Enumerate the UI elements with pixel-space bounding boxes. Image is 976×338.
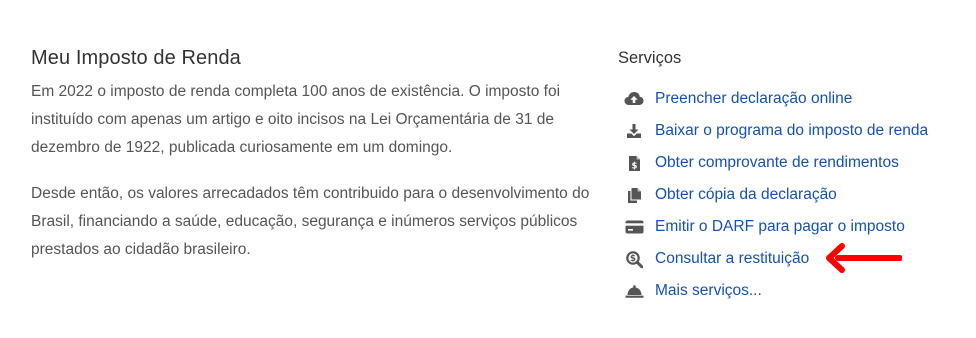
service-item-baixar: Baixar o programa do imposto de renda <box>618 115 968 147</box>
services-title: Serviços <box>618 49 682 67</box>
intro-paragraph: Em 2022 o imposto de renda completa 100 … <box>31 83 561 156</box>
service-item-mais: Mais serviços... <box>618 275 968 307</box>
services-list: Preencher declaração online Baixar o pro… <box>618 83 968 307</box>
service-link-baixar[interactable]: Baixar o programa do imposto de renda <box>655 121 928 141</box>
service-link-mais[interactable]: Mais serviços... <box>655 281 762 301</box>
svg-text:$: $ <box>630 254 636 264</box>
service-link-comprovante[interactable]: Obter comprovante de rendimentos <box>655 153 899 173</box>
services-section: Serviços Preencher declaração online Bai… <box>618 46 968 307</box>
service-item-comprovante: $ Obter comprovante de rendimentos <box>618 147 968 179</box>
page-title: Meu Imposto de Renda <box>31 47 241 69</box>
service-link-copia[interactable]: Obter cópia da declaração <box>655 185 837 205</box>
download-icon <box>623 122 645 140</box>
service-item-copia: Obter cópia da declaração <box>618 179 968 211</box>
cloud-upload-icon <box>623 90 645 108</box>
service-link-restituicao[interactable]: Consultar a restituição <box>655 249 809 269</box>
service-link-preencher[interactable]: Preencher declaração online <box>655 89 852 109</box>
red-arrow-icon <box>826 243 902 273</box>
about-section: Meu Imposto de Renda Em 2022 o imposto d… <box>31 44 596 264</box>
service-item-darf: Emitir o DARF para pagar o imposto <box>618 211 968 243</box>
copy-icon <box>623 186 645 204</box>
svg-text:$: $ <box>631 161 637 171</box>
search-dollar-icon: $ <box>623 250 645 268</box>
service-item-restituicao: $ Consultar a restituição <box>618 243 968 275</box>
service-bell-icon <box>623 282 645 300</box>
history-paragraph: Desde então, os valores arrecadados têm … <box>31 185 590 258</box>
service-link-darf[interactable]: Emitir o DARF para pagar o imposto <box>655 217 905 237</box>
receipt-icon: $ <box>623 154 645 172</box>
service-item-preencher: Preencher declaração online <box>618 83 968 115</box>
credit-card-icon <box>623 218 645 236</box>
